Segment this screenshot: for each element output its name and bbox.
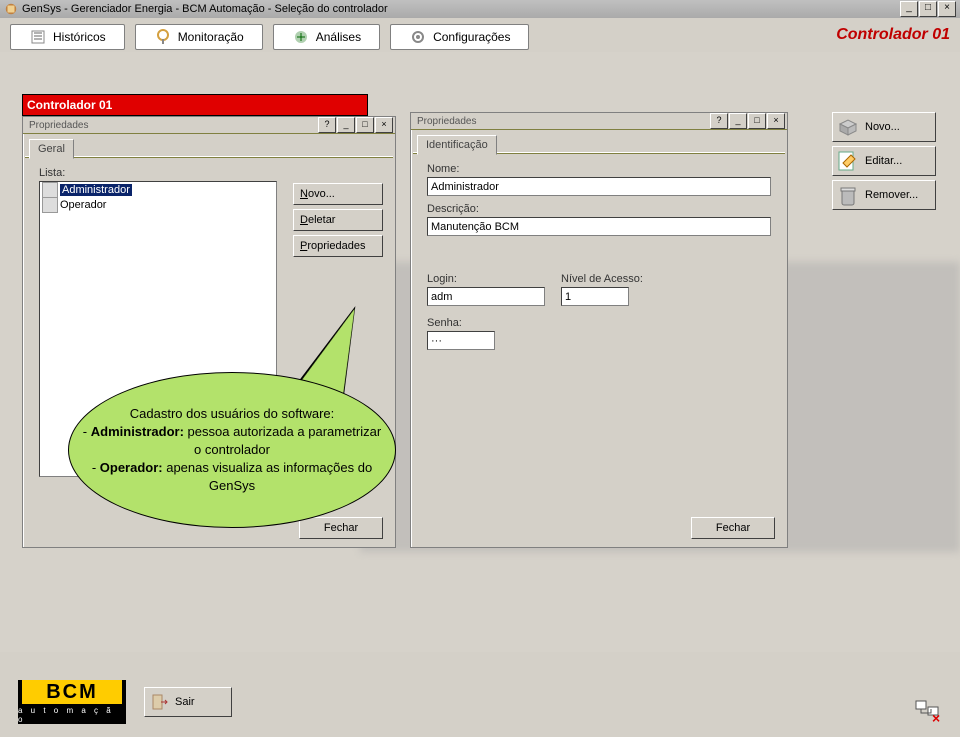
tab-identificacao[interactable]: Identificação: [417, 135, 497, 155]
panel-right-header: Propriedades ? _ □ ×: [411, 113, 787, 130]
remover-side-label: Remover...: [865, 189, 918, 201]
analises-label: Análises: [316, 30, 361, 44]
analises-icon: [292, 28, 310, 46]
panel-left-title: Propriedades: [25, 120, 317, 131]
login-field[interactable]: adm: [427, 287, 545, 306]
configuracoes-button[interactable]: Configurações: [390, 24, 529, 50]
edit-icon: [837, 150, 859, 172]
fechar-button[interactable]: Fechar: [691, 517, 775, 539]
logo-text: BCM: [22, 680, 122, 704]
novo-side-button[interactable]: Novo...: [832, 112, 936, 142]
panel-right-title: Propriedades: [413, 116, 709, 127]
content-area: Controlador 01 Propriedades ? _ □ × Gera…: [0, 52, 960, 652]
nivel-label: Nível de Acesso:: [561, 273, 643, 285]
callout-line1: Cadastro dos usuários do software:: [79, 405, 385, 423]
novo-side-label: Novo...: [865, 121, 900, 133]
senha-field[interactable]: ···: [427, 331, 495, 350]
panel-left-header: Propriedades ? _ □ ×: [23, 117, 395, 134]
panel-maximize[interactable]: □: [748, 113, 766, 129]
callout-line2: - Administrador: pessoa autorizada a par…: [79, 423, 385, 459]
fechar-button[interactable]: Fechar: [299, 517, 383, 539]
monitoracao-button[interactable]: Monitoração: [135, 24, 263, 50]
historicos-label: Históricos: [53, 30, 106, 44]
list-item[interactable]: Administrador: [40, 182, 276, 197]
close-button[interactable]: ×: [938, 1, 956, 17]
configuracoes-label: Configurações: [433, 30, 510, 44]
logo-subtext: a u t o m a ç ã o: [18, 706, 126, 724]
historicos-icon: [29, 28, 47, 46]
maximize-button[interactable]: □: [919, 1, 937, 17]
user-icon: [42, 182, 58, 198]
app-icon: [4, 2, 18, 16]
senha-label: Senha:: [427, 317, 462, 329]
main-toolbar: Históricos Monitoração Análises Configur…: [0, 18, 960, 56]
bcm-logo: BCM a u t o m a ç ã o: [18, 680, 126, 724]
list-label: Lista:: [39, 167, 65, 179]
controller-header-text: Controlador 01: [27, 98, 112, 112]
descricao-field[interactable]: Manutenção BCM: [427, 217, 771, 236]
exit-icon: [151, 693, 169, 711]
monitoracao-icon: [154, 28, 172, 46]
remover-side-button[interactable]: Remover...: [832, 180, 936, 210]
trash-icon: [837, 184, 859, 206]
sair-button[interactable]: Sair: [144, 687, 232, 717]
panel-minimize[interactable]: _: [729, 113, 747, 129]
app-title-text: GenSys - Gerenciador Energia - BCM Autom…: [22, 3, 900, 15]
controller-header: Controlador 01: [22, 94, 368, 116]
help-button[interactable]: ?: [710, 113, 728, 129]
monitoracao-label: Monitoração: [178, 30, 244, 44]
properties-panel-right: Propriedades ? _ □ × Identificação Nome:…: [410, 112, 788, 548]
nivel-field[interactable]: 1: [561, 287, 629, 306]
tab-geral[interactable]: Geral: [29, 139, 74, 159]
editar-side-button[interactable]: Editar...: [832, 146, 936, 176]
app-title-bar: GenSys - Gerenciador Energia - BCM Autom…: [0, 0, 960, 18]
list-item[interactable]: Operador: [40, 197, 276, 212]
panel-close[interactable]: ×: [375, 117, 393, 133]
panel-close[interactable]: ×: [767, 113, 785, 129]
minimize-button[interactable]: _: [900, 1, 918, 17]
descricao-label: Descrição:: [427, 203, 479, 215]
panel-minimize[interactable]: _: [337, 117, 355, 133]
controller-label: Controlador 01: [836, 26, 950, 44]
sair-label: Sair: [175, 696, 195, 708]
deletar-button[interactable]: Deletar: [293, 209, 383, 231]
footer: BCM a u t o m a ç ã o Sair ×: [0, 667, 960, 737]
help-button[interactable]: ?: [318, 117, 336, 133]
panel-maximize[interactable]: □: [356, 117, 374, 133]
callout-bubble: Cadastro dos usuários do software: - Adm…: [68, 372, 396, 528]
network-icon: ×: [914, 699, 940, 725]
nome-field[interactable]: Administrador: [427, 177, 771, 196]
editar-side-label: Editar...: [865, 155, 902, 167]
login-label: Login:: [427, 273, 457, 285]
callout-line3: - Operador: apenas visualiza as informaç…: [79, 459, 385, 495]
svg-text:×: ×: [932, 710, 940, 725]
box-icon: [837, 116, 859, 138]
historicos-button[interactable]: Históricos: [10, 24, 125, 50]
analises-button[interactable]: Análises: [273, 24, 380, 50]
gear-icon: [409, 28, 427, 46]
user-icon: [42, 197, 58, 213]
propriedades-button[interactable]: Propriedades: [293, 235, 383, 257]
nome-label: Nome:: [427, 163, 459, 175]
novo-button[interactable]: Novo...: [293, 183, 383, 205]
